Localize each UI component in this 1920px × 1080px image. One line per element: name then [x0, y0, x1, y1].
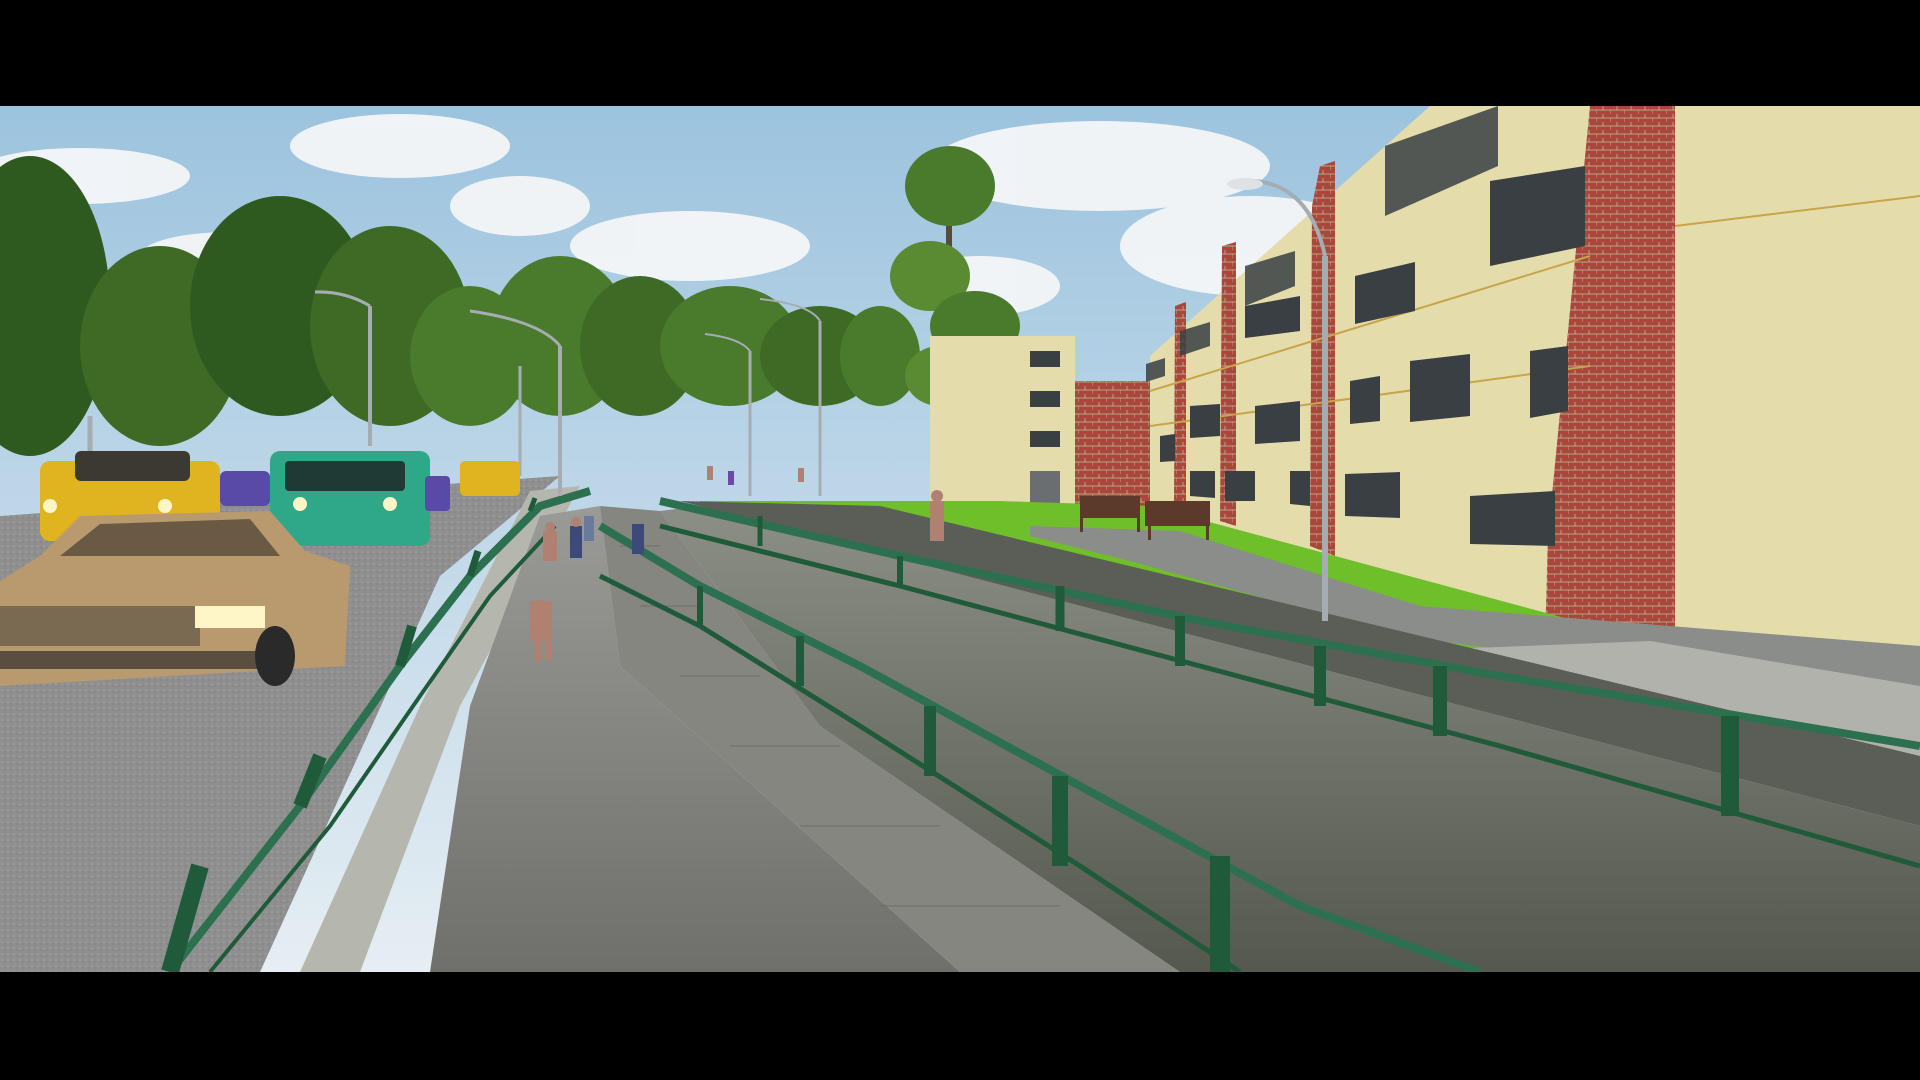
game-frame	[0, 0, 1920, 1080]
letterbox-top	[0, 0, 1920, 106]
letterbox-bottom	[0, 972, 1920, 1080]
scene-render	[0, 106, 1920, 972]
game-viewport[interactable]	[0, 106, 1920, 972]
